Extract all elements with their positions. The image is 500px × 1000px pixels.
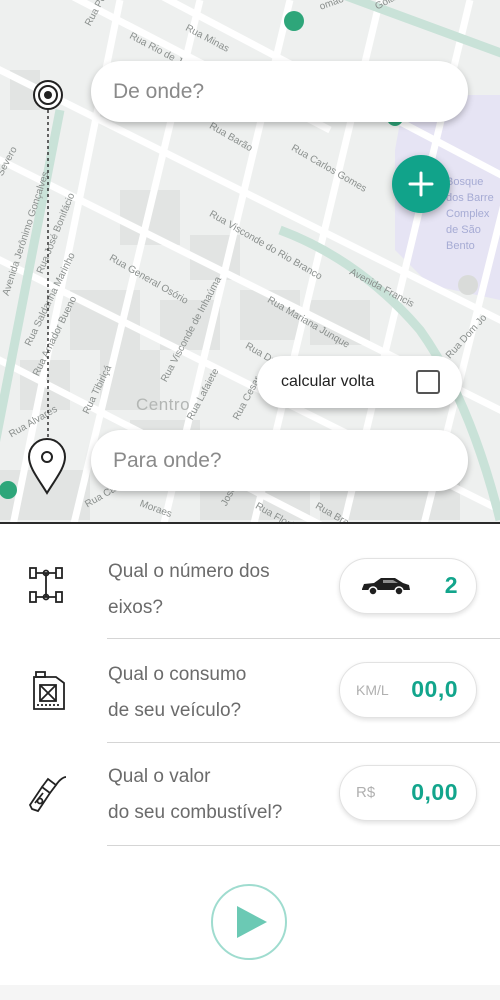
target-icon [32,79,64,111]
consumption-row: Qual o consumo de seu veículo? KM/L 00,0 [0,639,500,743]
axles-selector[interactable]: 2 [339,558,477,614]
consumption-unit: KM/L [356,682,389,698]
destination-input[interactable]: Para onde? [91,430,468,491]
poi-label: Bosque dos Barre Complex de São Bento [446,176,494,252]
map-divider [0,522,500,524]
consumption-input[interactable]: KM/L 00,0 [339,662,477,718]
axles-value: 2 [444,572,458,598]
location-pin-icon [27,437,67,495]
round-trip-label: calcular volta [281,373,375,390]
fuel-nozzle-icon [26,771,70,815]
axles-row: Qual o número dos eixos? 2 [0,536,500,639]
fuel-unit: R$ [356,784,376,801]
row-divider [107,845,500,846]
round-trip-toggle[interactable]: calcular volta [257,356,462,408]
consumption-value: 00,0 [411,676,458,702]
add-stop-button[interactable] [392,155,450,213]
fuel-price-input[interactable]: R$ 0,00 [339,765,477,821]
fuel-question: Qual o valor do seu combustível? [108,766,283,823]
origin-input[interactable]: De onde? [91,61,468,122]
consumption-question: Qual o consumo de seu veículo? [108,664,247,721]
car-icon [362,578,410,596]
fuel-can-icon [26,669,70,713]
axle-icon [26,564,70,608]
map-view[interactable]: Rua Pom Rua Rio de Janei Rua Minas Goiás… [0,0,500,523]
fuel-value: 0,00 [411,779,458,805]
district-label: Centro [136,395,191,414]
plus-icon [408,171,434,197]
round-trip-checkbox[interactable] [416,370,440,394]
axles-question: Qual o número dos eixos? [108,561,270,618]
calculate-button[interactable] [211,884,287,960]
bottom-bar [0,985,500,1000]
route-connector [47,110,49,438]
play-icon [237,906,267,938]
fuel-row: Qual o valor do seu combustível? R$ 0,00 [0,743,500,846]
